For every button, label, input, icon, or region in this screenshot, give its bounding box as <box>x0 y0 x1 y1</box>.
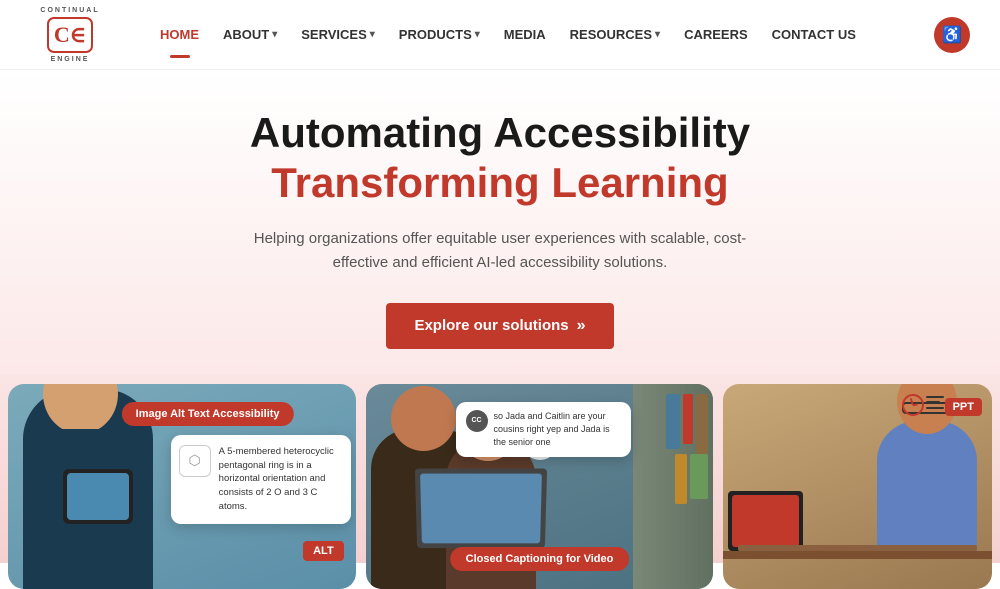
caption-text: so Jada and Caitlin are your cousins rig… <box>494 410 621 449</box>
header: CONTINUAL C∈ ENGINE HOME ABOUT ▾ SERVICE… <box>0 0 1000 70</box>
nav-about[interactable]: ABOUT ▾ <box>213 19 287 50</box>
alt-label-badge: ALT <box>303 541 344 561</box>
alt-text-card: Image Alt Text Accessibility ⬡ A 5-membe… <box>8 384 356 589</box>
main-nav: HOME ABOUT ▾ SERVICES ▾ PRODUCTS ▾ MEDIA… <box>150 19 934 50</box>
nav-products[interactable]: PRODUCTS ▾ <box>389 19 490 50</box>
alt-text-content: A 5-membered heterocyclic pentagonal rin… <box>219 445 341 514</box>
alt-text-badge: Image Alt Text Accessibility <box>122 402 294 426</box>
chevron-down-icon: ▾ <box>475 29 480 40</box>
cc-avatar: CC <box>466 410 488 432</box>
nav-careers[interactable]: CAREERS <box>674 19 758 50</box>
hero-title-red: Transforming Learning <box>20 158 980 208</box>
nav-resources[interactable]: RESOURCES ▾ <box>560 19 670 50</box>
main-content: Automating Accessibility Transforming Le… <box>0 70 1000 563</box>
nav-services[interactable]: SERVICES ▾ <box>291 19 385 50</box>
chevron-down-icon: ▾ <box>655 29 660 40</box>
clock-icon <box>902 394 924 416</box>
chevron-down-icon: ▾ <box>370 29 375 40</box>
logo-icon: C∈ <box>46 16 94 54</box>
svg-text:C∈: C∈ <box>54 22 86 47</box>
nav-home[interactable]: HOME <box>150 19 209 50</box>
closed-captioning-card: ▶ CC so Jada and Caitlin are your cousin… <box>366 384 714 589</box>
cta-button[interactable]: Explore our solutions » <box>386 303 613 349</box>
feature-cards-section: Image Alt Text Accessibility ⬡ A 5-membe… <box>0 374 1000 589</box>
nav-contact[interactable]: CONTACT US <box>762 19 866 50</box>
nav-media[interactable]: MEDIA <box>494 19 556 50</box>
accessibility-button[interactable]: ♿ <box>934 17 970 53</box>
menu-icon <box>926 396 944 410</box>
caption-bubble: CC so Jada and Caitlin are your cousins … <box>456 402 631 457</box>
chevron-down-icon: ▾ <box>272 29 277 40</box>
alt-text-info-box: ⬡ A 5-membered heterocyclic pentagonal r… <box>171 435 351 524</box>
logo-top-text: CONTINUAL <box>40 7 99 14</box>
ppt-card: PPT <box>723 384 992 589</box>
accessibility-icon: ♿ <box>942 25 962 45</box>
ppt-badge: PPT <box>945 398 982 416</box>
hero-subtitle: Helping organizations offer equitable us… <box>250 227 750 275</box>
cc-badge: Closed Captioning for Video <box>450 547 630 571</box>
cta-chevrons-icon: » <box>577 317 586 335</box>
molecule-icon: ⬡ <box>179 445 211 477</box>
cta-label: Explore our solutions <box>414 317 568 334</box>
hero-title-black: Automating Accessibility <box>20 108 980 158</box>
logo-bottom-text: ENGINE <box>51 56 90 63</box>
hero-section: Automating Accessibility Transforming Le… <box>0 70 1000 374</box>
logo[interactable]: CONTINUAL C∈ ENGINE <box>30 7 110 63</box>
